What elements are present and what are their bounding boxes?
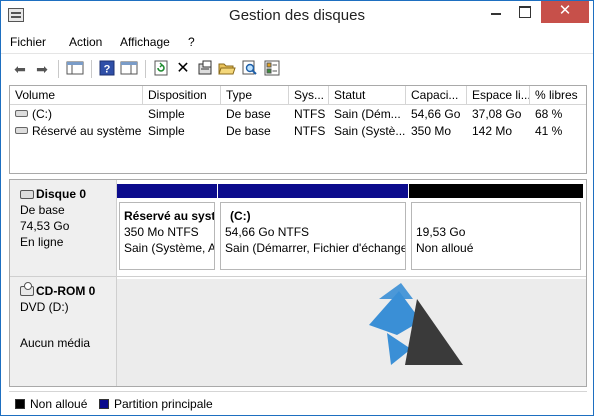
column-free-space[interactable]: Espace li... [467, 86, 530, 105]
properties-icon[interactable] [196, 60, 214, 78]
unallocated-bar [409, 184, 583, 198]
disk-icon [20, 190, 34, 199]
cdrom-media-area[interactable] [117, 279, 586, 386]
forward-arrow-icon[interactable]: ➡ [33, 60, 51, 78]
refresh-icon[interactable] [152, 60, 170, 78]
menu-help[interactable]: ? [188, 35, 195, 49]
drive-icon [15, 110, 28, 117]
partition-details: (C:) 54,66 Go NTFS Sain (Démarrer, Fichi… [220, 202, 406, 270]
menu-action[interactable]: Action [69, 35, 102, 49]
partition-size: 54,66 Go NTFS [225, 225, 310, 239]
partition-c[interactable]: (C:) 54,66 Go NTFS Sain (Démarrer, Fichi… [218, 184, 408, 272]
toolbar-separator [91, 60, 92, 78]
status-cell: Sain (Dém... [334, 107, 401, 121]
partition-details: 19,53 Go Non alloué [411, 202, 581, 270]
maximize-button[interactable] [511, 1, 537, 23]
delete-icon[interactable]: ✕ [174, 60, 192, 78]
partition-status: Sain (Système, A [124, 241, 215, 255]
cdrom-icon [20, 282, 34, 296]
disk-type: De base [20, 203, 65, 217]
partition-status: Sain (Démarrer, Fichier d'échange [225, 241, 406, 255]
toolbar: ⬅ ➡ ? ✕ [1, 53, 593, 83]
disk-management-window: Gestion des disques ✕ Fichier Action Aff… [0, 0, 594, 416]
volume-name: Réservé au système [32, 124, 142, 138]
column-volume[interactable]: Volume [10, 86, 143, 105]
search-icon[interactable] [241, 60, 259, 78]
legend-label: Partition principale [114, 397, 213, 411]
type-cell: De base [226, 124, 271, 138]
toolbar-separator [145, 60, 146, 78]
column-status[interactable]: Statut [329, 86, 406, 105]
partition-size: 350 Mo NTFS [124, 225, 199, 239]
type-cell: De base [226, 107, 271, 121]
help-icon[interactable]: ? [98, 60, 116, 78]
disposition-cell: Simple [148, 124, 185, 138]
column-disposition[interactable]: Disposition [143, 86, 221, 105]
cdrom-0-row: CD-ROM 0 DVD (D:) Aucun média [10, 276, 586, 386]
partition-name: (C:) [230, 209, 251, 223]
column-file-system[interactable]: Sys... [289, 86, 329, 105]
svg-text:?: ? [104, 64, 111, 76]
legend-primary-partition: Partition principale [99, 397, 213, 411]
cdrom-drive: DVD (D:) [20, 300, 69, 314]
partition-size: 19,53 Go [416, 225, 466, 239]
partition-name: Réservé au syst [124, 209, 215, 223]
menu-affichage[interactable]: Affichage [120, 35, 170, 49]
table-row[interactable]: Réservé au système Simple De base NTFS S… [10, 123, 586, 140]
cdrom-media-status: Aucun média [20, 336, 91, 350]
primary-partition-swatch [99, 399, 109, 409]
menu-fichier[interactable]: Fichier [10, 35, 46, 49]
cdrom-0-label[interactable]: CD-ROM 0 DVD (D:) Aucun média [10, 277, 117, 386]
checklist-icon[interactable] [263, 60, 281, 78]
partition-name [416, 208, 580, 224]
partition-status: Non alloué [416, 241, 474, 255]
volume-name: (C:) [32, 107, 52, 121]
toolbar-separator [58, 60, 59, 78]
properties-pane-icon[interactable] [120, 60, 138, 78]
disk-status: En ligne [20, 235, 64, 249]
legend-unallocated: Non alloué [15, 397, 87, 411]
column-capacity[interactable]: Capaci... [406, 86, 467, 105]
open-folder-icon[interactable] [218, 60, 236, 78]
minimize-button[interactable] [483, 1, 509, 23]
volume-cell: (C:) [10, 106, 143, 123]
disk-size: 74,53 Go [20, 219, 70, 233]
disk-0-label[interactable]: Disque 0 De base 74,53 Go En ligne [10, 180, 117, 276]
table-row[interactable]: (C:) Simple De base NTFS Sain (Dém... 54… [10, 106, 586, 123]
volume-list-header: Volume Disposition Type Sys... Statut Ca… [10, 86, 586, 105]
volume-list[interactable]: Volume Disposition Type Sys... Statut Ca… [9, 85, 587, 174]
primary-partition-bar [218, 184, 408, 198]
back-arrow-icon[interactable]: ⬅ [11, 60, 29, 78]
cdrom-spacer [20, 315, 116, 331]
console-tree-icon[interactable] [66, 60, 84, 78]
partition-details: Réservé au syst 350 Mo NTFS Sain (Systèm… [119, 202, 215, 270]
watermark-logo [369, 283, 463, 365]
file-system-cell: NTFS [294, 107, 326, 121]
cdrom-name: CD-ROM 0 [36, 284, 96, 298]
primary-partition-bar [117, 184, 217, 198]
status-cell: Sain (Systè... [334, 124, 406, 138]
free-space-cell: 142 Mo [472, 124, 513, 138]
menu-bar: Fichier Action Affichage ? [1, 31, 593, 53]
percent-free-cell: 41 % [535, 124, 563, 138]
legend-label: Non alloué [30, 397, 88, 411]
capacity-cell: 54,66 Go [411, 107, 461, 121]
disk-name: Disque 0 [36, 187, 87, 201]
column-percent-free[interactable]: % libres [530, 86, 586, 105]
free-space-cell: 37,08 Go [472, 107, 522, 121]
legend-bar: Non alloué Partition principale [9, 391, 587, 413]
capacity-cell: 350 Mo [411, 124, 452, 138]
percent-free-cell: 68 % [535, 107, 563, 121]
column-type[interactable]: Type [221, 86, 289, 105]
file-system-cell: NTFS [294, 124, 326, 138]
close-button[interactable]: ✕ [541, 1, 589, 23]
volume-cell: Réservé au système [10, 123, 143, 140]
partition-unallocated[interactable]: 19,53 Go Non alloué [409, 184, 583, 272]
disk-map: Disque 0 De base 74,53 Go En ligne Réser… [9, 179, 587, 387]
drive-icon [15, 127, 28, 134]
disposition-cell: Simple [148, 107, 185, 121]
title-bar[interactable]: Gestion des disques ✕ [1, 1, 593, 31]
partition-reserved[interactable]: Réservé au syst 350 Mo NTFS Sain (Systèm… [117, 184, 217, 272]
unallocated-swatch [15, 399, 25, 409]
